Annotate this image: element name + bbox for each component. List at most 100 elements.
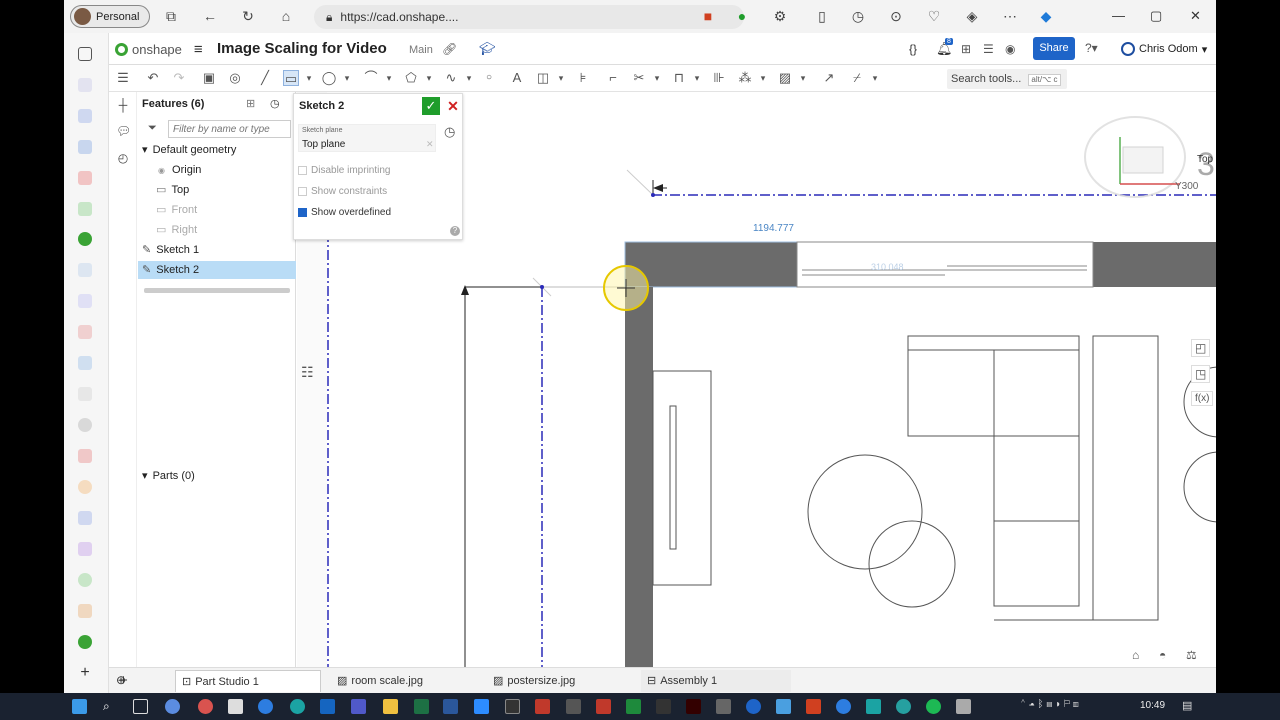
download-icon[interactable]: ⊙ [888, 8, 904, 24]
minimize-icon[interactable]: — [1112, 8, 1125, 23]
configurations-icon[interactable]: ◰ [1191, 339, 1211, 357]
sidebar-app-icon[interactable] [78, 542, 92, 556]
acrobat-icon[interactable] [535, 699, 550, 714]
chevron-down-icon[interactable]: ▾ [867, 70, 883, 86]
pdf-extension-icon[interactable]: ■ [700, 8, 716, 24]
tree-item-sketch-1[interactable]: ✎ Sketch 1 [138, 241, 296, 259]
zoom-icon[interactable] [474, 699, 489, 714]
undo-icon[interactable]: ↶ [145, 70, 161, 86]
taskbar-app-icon[interactable] [505, 699, 520, 714]
filter-input[interactable] [168, 120, 291, 138]
spline-tool-icon[interactable]: ∿ [443, 70, 459, 86]
rectangle-tool-icon[interactable]: ▭ [283, 70, 299, 86]
taskbar-app-icon[interactable] [776, 699, 791, 714]
document-title[interactable]: Image Scaling for Video [217, 40, 387, 57]
chevron-down-icon[interactable]: ▾ [339, 70, 355, 86]
arc-tool-icon[interactable]: ⌒ [363, 70, 379, 86]
construction-icon[interactable]: ◫ [535, 70, 551, 86]
timer-icon[interactable]: ◷ [444, 124, 455, 140]
menu-icon[interactable]: ≡ [194, 41, 203, 58]
tab-actions-icon[interactable]: ⧉ [163, 8, 179, 24]
solve-icon[interactable]: ◎ [227, 70, 243, 86]
tab-assembly-1[interactable]: ⊟ Assembly 1 [641, 670, 791, 692]
taskbar-app-icon[interactable] [956, 699, 971, 714]
measure-icon[interactable]: ◴ [116, 151, 130, 165]
outlook-icon[interactable] [320, 699, 335, 714]
show-overdefined-checkbox[interactable]: Show overdefined [298, 207, 391, 218]
task-view-icon[interactable] [133, 699, 148, 714]
user-menu[interactable]: Chris Odom ▾ [1121, 42, 1207, 56]
tree-item-top-plane[interactable]: ▭ Top [138, 181, 296, 199]
fx-icon[interactable]: f(x) [1191, 391, 1214, 406]
tab-room-scale[interactable]: ▨ room scale.jpg [331, 670, 479, 692]
use-icon[interactable]: ↗ [821, 70, 837, 86]
tab-part-studio-1[interactable]: ⊡ Part Studio 1 [175, 670, 321, 692]
default-geometry-folder[interactable]: ▾ Default geometry [138, 141, 296, 159]
help-icon[interactable]: ?▾ [1085, 41, 1098, 55]
onshape-logo[interactable]: onshape ≡ [115, 41, 203, 58]
line-tool-icon[interactable]: ╱ [257, 70, 273, 86]
taskbar-app-icon[interactable] [716, 699, 731, 714]
chevron-down-icon[interactable]: ▾ [553, 70, 569, 86]
sidebar-app-icon[interactable] [78, 171, 92, 185]
list-toggle-icon[interactable]: ☷ [301, 364, 314, 381]
file-explorer-icon[interactable] [383, 699, 398, 714]
fillet-icon[interactable]: ⌐ [605, 70, 621, 86]
sidebar-app-icon[interactable] [78, 480, 92, 494]
chevron-down-icon[interactable]: ▾ [421, 70, 437, 86]
search-tools-input[interactable]: Search tools... alt/⌥ c [947, 69, 1067, 89]
offset-icon[interactable]: ⊓ [671, 70, 687, 86]
globe-icon[interactable]: ◉ [1005, 42, 1015, 56]
taskbar-app-icon[interactable] [228, 699, 243, 714]
word-icon[interactable] [443, 699, 458, 714]
extensions-icon[interactable]: ⚙ [772, 8, 788, 24]
feature-list-scrollbar[interactable] [144, 288, 290, 293]
sidebar-app-icon[interactable] [78, 511, 92, 525]
tab-manager-icon[interactable]: ⊕ [116, 673, 126, 687]
history-icon[interactable]: ◷ [850, 8, 866, 24]
feature-list-icon[interactable]: ☰ [115, 70, 131, 86]
section-view-icon[interactable]: ◓ [1159, 648, 1166, 662]
system-tray-icons[interactable]: ⌃ ☁ ᛒ ▤ ◗ ⚐ ▥ [1020, 699, 1079, 710]
chevron-down-icon[interactable]: ▾ [755, 70, 771, 86]
filter-icon[interactable]: ⏷ [148, 122, 157, 135]
back-icon[interactable]: ← [202, 8, 218, 24]
address-bar[interactable]: 🔒︎ https://cad.onshape.... [314, 5, 744, 29]
tab-postersize[interactable]: ▨ postersize.jpg [487, 670, 635, 692]
sketch-plane-field[interactable]: Sketch plane Top plane ✕ [298, 124, 436, 152]
sidebar-app-icon[interactable] [78, 140, 92, 154]
home-icon[interactable]: ⌂ [278, 8, 294, 24]
app-store-icon[interactable]: ⊞ [961, 42, 971, 56]
confirm-check-icon[interactable]: ✓ [422, 97, 440, 115]
cancel-close-icon[interactable]: ✕ [445, 97, 461, 115]
sketch-tools-icon[interactable]: ⌂ [1132, 648, 1139, 662]
insert-image-icon[interactable]: ▨ [777, 70, 793, 86]
chevron-down-icon[interactable]: ▾ [795, 70, 811, 86]
browser-essentials-icon[interactable]: ◈ [964, 8, 980, 24]
sidebar-app-icon[interactable] [78, 635, 92, 649]
chevron-down-icon[interactable]: ▾ [301, 70, 317, 86]
taskbar-app-icon[interactable] [165, 699, 180, 714]
add-sidebar-icon[interactable]: + [78, 665, 92, 681]
teams-icon[interactable] [351, 699, 366, 714]
redo-icon[interactable]: ↷ [171, 70, 187, 86]
onshape-sidebar-icon[interactable] [78, 232, 92, 246]
sidebar-app-icon[interactable] [78, 449, 92, 463]
comments-icon[interactable]: 💬︎ [116, 124, 131, 138]
copilot-icon[interactable]: ◆ [1038, 8, 1054, 24]
sidebar-app-icon[interactable] [78, 573, 92, 587]
sidebar-app-icon[interactable] [78, 387, 92, 401]
profile-button[interactable]: Personal [70, 5, 150, 28]
point-tool-icon[interactable]: ○ [481, 70, 497, 86]
sidebar-app-icon[interactable] [78, 109, 92, 123]
sidebar-app-icon[interactable] [78, 604, 92, 618]
share-button[interactable]: Share [1033, 37, 1075, 60]
branch-label[interactable]: Main [409, 44, 433, 56]
mass-properties-icon[interactable]: ⚖ [1186, 648, 1197, 662]
clear-icon[interactable]: ✕ [426, 139, 434, 150]
mirror-icon[interactable]: ⊪ [711, 70, 727, 86]
disable-imprinting-checkbox[interactable]: Disable imprinting [298, 165, 390, 176]
sidebar-app-icon[interactable] [78, 418, 92, 432]
add-folder-icon[interactable]: ⊞ [246, 97, 255, 110]
taskbar-app-icon[interactable] [290, 699, 305, 714]
